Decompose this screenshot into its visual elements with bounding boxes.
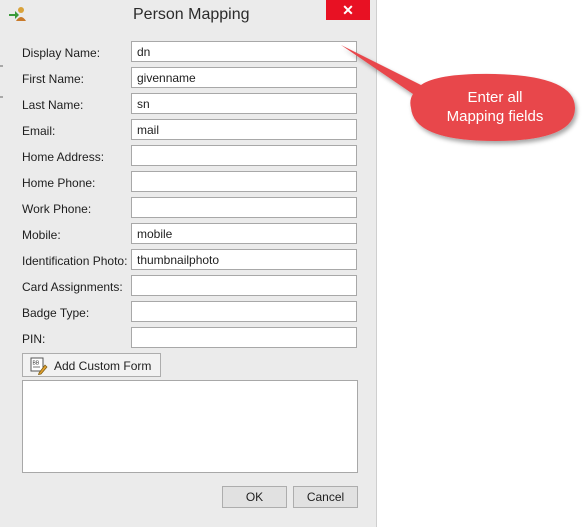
home-phone-field[interactable] — [131, 171, 357, 192]
title-bar: Person Mapping ✕ — [0, 0, 377, 32]
home-phone-label: Home Phone: — [22, 176, 96, 190]
display-name-field[interactable] — [131, 41, 357, 62]
add-custom-form-button[interactable]: BB Add Custom Form — [22, 353, 161, 377]
add-custom-form-label: Add Custom Form — [54, 359, 152, 373]
callout-line-2: Mapping fields — [446, 108, 544, 125]
home-address-field[interactable] — [131, 145, 357, 166]
mobile-field[interactable] — [131, 223, 357, 244]
form-edit-icon: BB — [30, 357, 48, 375]
svg-text:BB: BB — [33, 361, 40, 367]
first-name-label: First Name: — [22, 72, 85, 86]
card-assignments-label: Card Assignments: — [22, 280, 123, 294]
dialog-title: Person Mapping — [133, 6, 250, 23]
callout-line-1: Enter all — [467, 89, 523, 106]
email-field[interactable] — [131, 119, 357, 140]
identification-photo-label: Identification Photo: — [22, 254, 128, 268]
close-button[interactable]: ✕ — [326, 0, 370, 20]
identification-photo-field[interactable] — [131, 249, 357, 270]
work-phone-label: Work Phone: — [22, 202, 92, 216]
work-phone-field[interactable] — [131, 197, 357, 218]
pin-field[interactable] — [131, 327, 357, 348]
person-mapping-dialog: Person Mapping ✕ Display Name: First Nam… — [0, 0, 377, 527]
custom-form-list[interactable] — [22, 380, 358, 473]
email-label: Email: — [22, 124, 56, 138]
ok-button[interactable]: OK — [222, 486, 287, 508]
cancel-button[interactable]: Cancel — [293, 486, 358, 508]
pin-label: PIN: — [22, 332, 46, 346]
last-name-field[interactable] — [131, 93, 357, 114]
mobile-label: Mobile: — [22, 228, 61, 242]
person-mapping-icon — [8, 6, 26, 22]
home-address-label: Home Address: — [22, 150, 105, 164]
left-edge-marks — [0, 65, 3, 98]
last-name-label: Last Name: — [22, 98, 84, 112]
callout-text: Enter all Mapping fields — [415, 88, 575, 126]
first-name-field[interactable] — [131, 67, 357, 88]
display-name-label: Display Name: — [22, 46, 101, 60]
badge-type-label: Badge Type: — [22, 306, 90, 320]
badge-type-field[interactable] — [131, 301, 357, 322]
card-assignments-field[interactable] — [131, 275, 357, 296]
